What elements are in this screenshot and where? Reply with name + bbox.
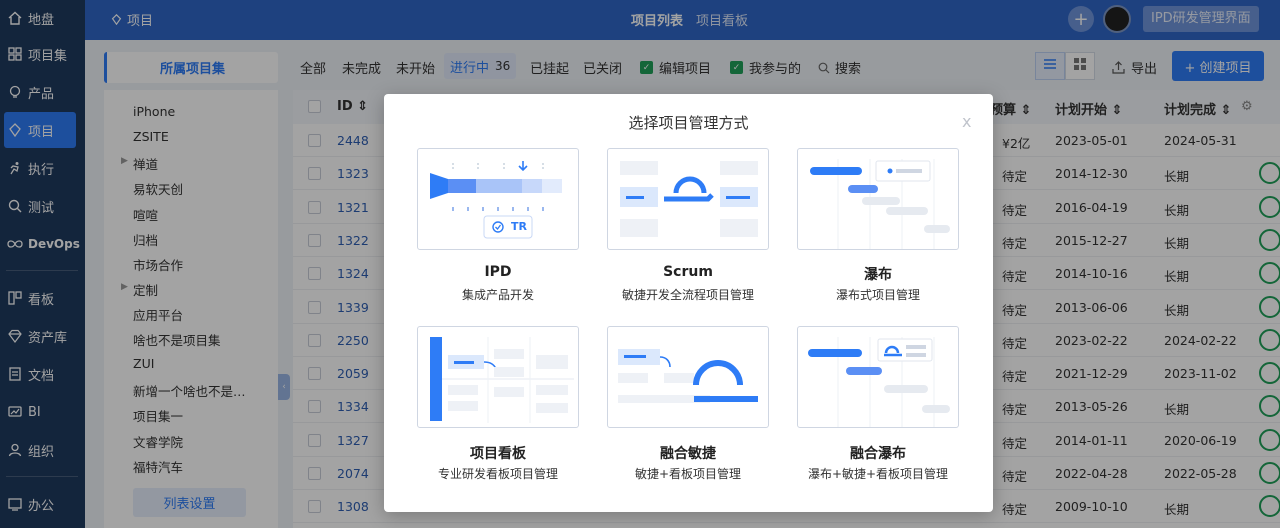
card-title: 项目看板 bbox=[470, 446, 526, 462]
card-desc: 集成产品开发 bbox=[461, 288, 534, 302]
card-desc: 敏捷+看板项目管理 bbox=[634, 467, 742, 481]
hybrid-waterfall-illustration bbox=[808, 337, 950, 427]
scrum-illustration bbox=[620, 161, 758, 237]
hybrid-waterfall-card[interactable] bbox=[797, 326, 959, 428]
card-title: 融合瀑布 bbox=[850, 446, 906, 462]
waterfall-card[interactable] bbox=[797, 148, 959, 250]
kanban-illustration bbox=[430, 337, 574, 423]
card-title: Scrum bbox=[663, 264, 713, 280]
card-title: 瀑布 bbox=[864, 267, 892, 283]
card-title: IPD bbox=[484, 264, 512, 280]
card-desc: 瀑布+敏捷+看板项目管理 bbox=[807, 467, 949, 481]
hybrid-agile-card[interactable] bbox=[607, 326, 769, 428]
modal-title: 选择项目管理方式 bbox=[628, 114, 749, 132]
kanban-card[interactable] bbox=[417, 326, 579, 428]
card-desc: 专业研发看板项目管理 bbox=[437, 467, 558, 481]
close-icon[interactable]: x bbox=[962, 112, 971, 131]
scrum-card[interactable] bbox=[607, 148, 769, 250]
hybrid-agile-illustration bbox=[618, 349, 758, 403]
card-title: 融合敏捷 bbox=[660, 446, 716, 462]
card-desc: 瀑布式项目管理 bbox=[835, 288, 920, 302]
select-management-modal: 选择项目管理方式 x TR IPD 集成产品开发 Scrum 敏捷开发全流程项目… bbox=[384, 94, 993, 512]
card-desc: 敏捷开发全流程项目管理 bbox=[621, 288, 754, 302]
tr-badge: TR bbox=[511, 220, 527, 233]
ipd-card[interactable]: TR bbox=[417, 148, 579, 250]
ipd-illustration bbox=[430, 161, 562, 239]
waterfall-illustration bbox=[810, 159, 950, 249]
